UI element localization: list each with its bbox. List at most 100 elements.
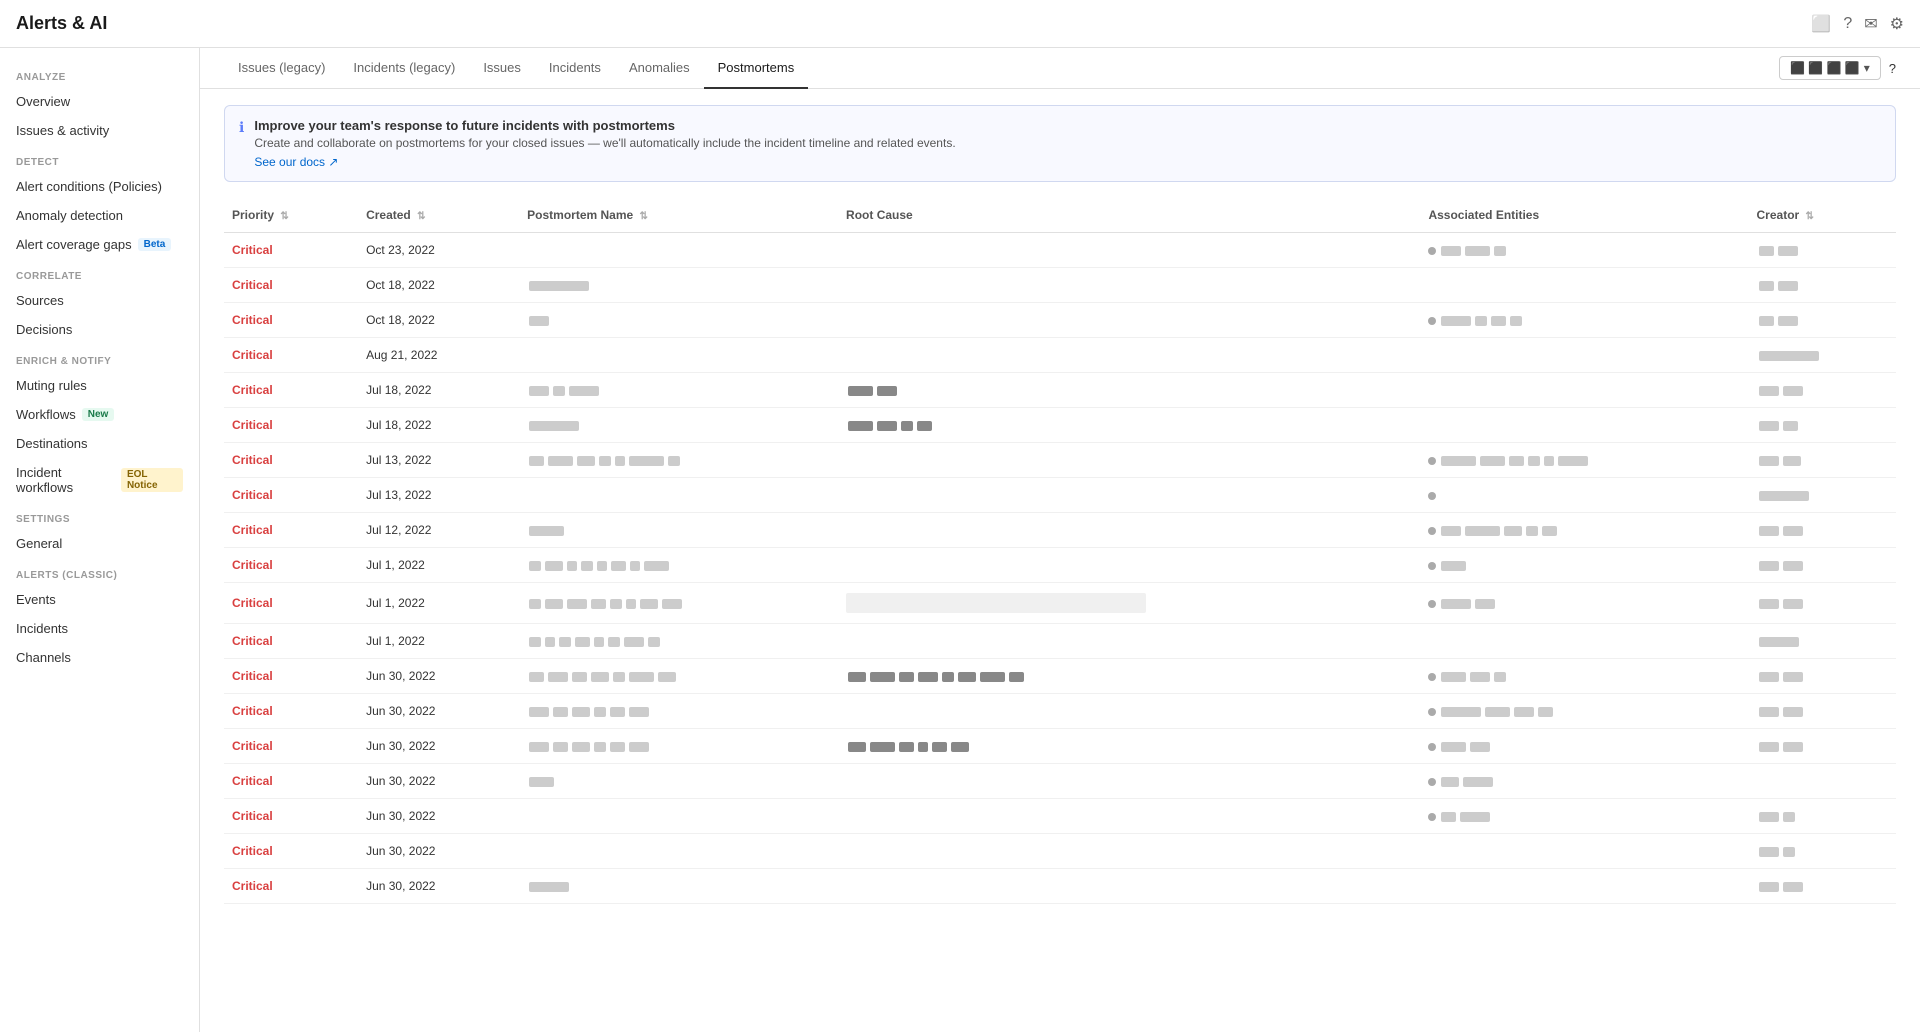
table-row[interactable]: CriticalJun 30, 2022: [224, 694, 1896, 729]
table-row[interactable]: CriticalJun 30, 2022: [224, 799, 1896, 834]
sidebar-item-anomaly-detection[interactable]: Anomaly detection: [0, 201, 199, 230]
cell-creator: [1749, 443, 1896, 478]
sidebar-item-muting-rules[interactable]: Muting rules: [0, 371, 199, 400]
sidebar-item-label: Issues & activity: [16, 123, 109, 138]
tab-help-icon[interactable]: ?: [1889, 61, 1896, 76]
table-row[interactable]: CriticalJul 12, 2022: [224, 513, 1896, 548]
entity-content: [1428, 558, 1468, 572]
table-row[interactable]: CriticalJun 30, 2022: [224, 659, 1896, 694]
tab-incidents[interactable]: Incidents: [535, 48, 615, 89]
sidebar-item-alert-coverage-gaps[interactable]: Alert coverage gapsBeta: [0, 230, 199, 259]
cell-created: Jun 30, 2022: [358, 659, 519, 694]
settings-icon[interactable]: ⚙: [1890, 14, 1904, 34]
tab-issues[interactable]: Issues: [469, 48, 535, 89]
cell-associated-entities: [1420, 373, 1748, 408]
sidebar-badge: EOL Notice: [121, 468, 183, 492]
table-row[interactable]: CriticalOct 23, 2022: [224, 233, 1896, 268]
cell-creator: [1749, 729, 1896, 764]
col-priority[interactable]: Priority ⇅: [224, 198, 358, 233]
cell-postmortem-name: [519, 869, 838, 904]
root-cause-content: [846, 418, 934, 432]
tab-issues-legacy[interactable]: Issues (legacy): [224, 48, 339, 89]
sidebar-item-alert-conditions[interactable]: Alert conditions (Policies): [0, 172, 199, 201]
table-row[interactable]: CriticalOct 18, 2022: [224, 268, 1896, 303]
table-row[interactable]: CriticalJul 13, 2022: [224, 478, 1896, 513]
cell-postmortem-name: [519, 548, 838, 583]
placeholder-content: [527, 774, 556, 788]
cell-root-cause: [838, 548, 1420, 583]
filter-button[interactable]: ⬛ ⬛ ⬛ ⬛ ▾: [1779, 56, 1881, 80]
col-creator[interactable]: Creator ⇅: [1749, 198, 1896, 233]
entity-content: [1428, 596, 1497, 610]
sidebar-item-channels[interactable]: Channels: [0, 643, 199, 672]
tab-anomalies[interactable]: Anomalies: [615, 48, 704, 89]
cell-priority: Critical: [224, 764, 358, 799]
sidebar-item-label: General: [16, 536, 62, 551]
table-row[interactable]: CriticalJul 18, 2022: [224, 408, 1896, 443]
table-row[interactable]: CriticalJul 1, 2022: [224, 548, 1896, 583]
table-row[interactable]: Critical Aug 21, 2022: [224, 338, 1896, 373]
priority-value: Critical: [232, 844, 273, 858]
cell-priority: Critical: [224, 233, 358, 268]
cell-priority: Critical: [224, 659, 358, 694]
sidebar-item-incident-workflows[interactable]: Incident workflowsEOL Notice: [0, 458, 199, 502]
table-row[interactable]: CriticalJul 1, 2022: [224, 624, 1896, 659]
cell-created: Aug 21, 2022: [358, 338, 519, 373]
top-bar-actions: ⬜ ? ✉ ⚙: [1811, 14, 1904, 34]
cell-priority: Critical: [224, 303, 358, 338]
cell-creator: [1749, 408, 1896, 443]
table-row[interactable]: CriticalJun 30, 2022: [224, 764, 1896, 799]
table-row[interactable]: CriticalJun 30, 2022: [224, 869, 1896, 904]
cell-root-cause: [838, 869, 1420, 904]
banner-link[interactable]: See our docs ↗: [254, 155, 338, 169]
placeholder-content: [1757, 596, 1805, 610]
help-icon[interactable]: ?: [1843, 15, 1852, 33]
table-row[interactable]: CriticalJul 18, 2022: [224, 373, 1896, 408]
cell-created: Jun 30, 2022: [358, 834, 519, 869]
priority-value: Critical: [232, 348, 273, 362]
sidebar-item-events[interactable]: Events: [0, 585, 199, 614]
cell-created: Jun 30, 2022: [358, 869, 519, 904]
sidebar-section-label: SETTINGS: [0, 502, 199, 529]
sidebar-item-overview[interactable]: Overview: [0, 87, 199, 116]
table-body: CriticalOct 23, 2022CriticalOct 18, 2022…: [224, 233, 1896, 904]
sidebar-item-issues-activity[interactable]: Issues & activity: [0, 116, 199, 145]
placeholder-content: [1757, 488, 1811, 502]
cell-associated-entities: [1420, 338, 1748, 373]
col-postmortem-name[interactable]: Postmortem Name ⇅: [519, 198, 838, 233]
col-created[interactable]: Created ⇅: [358, 198, 519, 233]
banner-description: Create and collaborate on postmortems fo…: [254, 136, 1881, 150]
tab-postmortems[interactable]: Postmortems: [704, 48, 809, 89]
priority-value: Critical: [232, 704, 273, 718]
cell-root-cause: [838, 443, 1420, 478]
tab-incidents-legacy[interactable]: Incidents (legacy): [339, 48, 469, 89]
cell-associated-entities: [1420, 869, 1748, 904]
monitor-icon[interactable]: ⬜: [1811, 14, 1831, 34]
sidebar-item-label: Sources: [16, 293, 64, 308]
cell-creator: [1749, 233, 1896, 268]
sidebar-item-sources[interactable]: Sources: [0, 286, 199, 315]
sidebar-item-label: Overview: [16, 94, 70, 109]
table-row[interactable]: Critical Jun 30, 2022: [224, 834, 1896, 869]
placeholder-content: [1757, 739, 1805, 753]
table-row[interactable]: CriticalJun 30, 2022: [224, 729, 1896, 764]
cell-postmortem-name: [519, 624, 838, 659]
mail-icon[interactable]: ✉: [1864, 14, 1877, 34]
cell-created: Oct 23, 2022: [358, 233, 519, 268]
table-row[interactable]: CriticalJul 13, 2022: [224, 443, 1896, 478]
cell-root-cause: [838, 233, 1420, 268]
sidebar-item-destinations[interactable]: Destinations: [0, 429, 199, 458]
cell-root-cause: [838, 478, 1420, 513]
cell-creator: [1749, 834, 1896, 869]
cell-postmortem-name: [519, 659, 838, 694]
table-row[interactable]: CriticalJul 1, 2022: [224, 583, 1896, 624]
cell-priority: Critical: [224, 443, 358, 478]
sidebar-item-decisions[interactable]: Decisions: [0, 315, 199, 344]
sidebar-item-incidents-classic[interactable]: Incidents: [0, 614, 199, 643]
sidebar-item-general[interactable]: General: [0, 529, 199, 558]
cell-priority: Critical: [224, 373, 358, 408]
table-row[interactable]: CriticalOct 18, 2022: [224, 303, 1896, 338]
priority-value: Critical: [232, 278, 273, 292]
placeholder-content: [1757, 809, 1797, 823]
sidebar-item-workflows[interactable]: WorkflowsNew: [0, 400, 199, 429]
